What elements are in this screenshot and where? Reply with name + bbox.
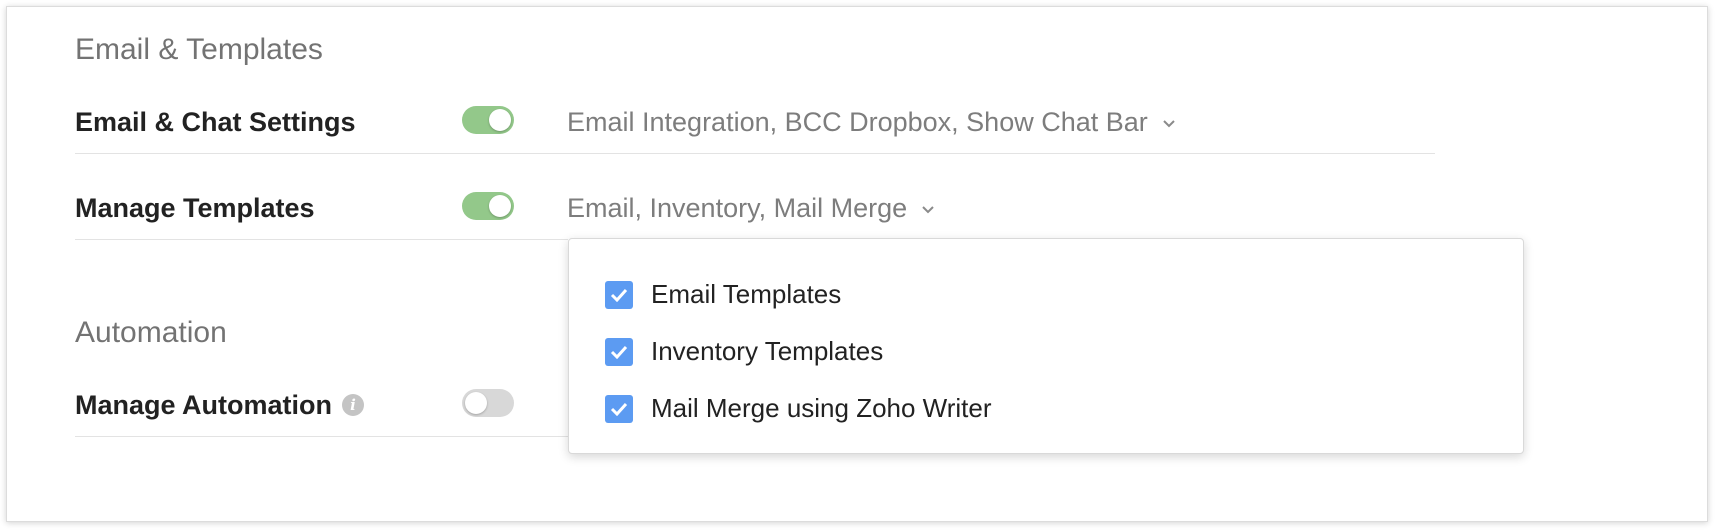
checkmark-icon bbox=[610, 288, 628, 302]
chevron-down-icon bbox=[1163, 120, 1175, 128]
checkbox-email-templates[interactable] bbox=[605, 280, 633, 309]
manage-automation-label: Manage Automation bbox=[75, 390, 333, 420]
manage-templates-toggle[interactable] bbox=[462, 192, 514, 220]
toggle-knob bbox=[465, 392, 487, 414]
toggle-knob bbox=[489, 109, 511, 131]
chevron-down-icon bbox=[922, 206, 934, 214]
manage-templates-summary: Email, Inventory, Mail Merge bbox=[567, 193, 908, 223]
section-title-automation: Automation bbox=[75, 316, 227, 349]
section-title-email-templates: Email & Templates bbox=[75, 33, 323, 66]
row-divider bbox=[75, 153, 1435, 154]
checkbox-inventory-templates[interactable] bbox=[605, 337, 633, 366]
option-label: Inventory Templates bbox=[651, 336, 884, 366]
row-divider bbox=[75, 436, 568, 437]
templates-dropdown-menu: Email Templates Inventory Templates Mail… bbox=[568, 238, 1524, 454]
option-mail-merge[interactable]: Mail Merge using Zoho Writer bbox=[605, 393, 992, 424]
row-label-email-chat-settings: Email & Chat Settings bbox=[75, 107, 356, 137]
manage-templates-dropdown[interactable]: Email, Inventory, Mail Merge bbox=[567, 193, 935, 224]
option-email-templates[interactable]: Email Templates bbox=[605, 279, 841, 310]
checkbox-mail-merge[interactable] bbox=[605, 394, 633, 423]
toggle-knob bbox=[489, 195, 511, 217]
row-divider bbox=[75, 239, 568, 240]
checkmark-icon bbox=[610, 345, 628, 359]
option-label: Mail Merge using Zoho Writer bbox=[651, 393, 992, 423]
manage-automation-toggle[interactable] bbox=[462, 389, 514, 417]
row-label-manage-templates: Manage Templates bbox=[75, 193, 315, 223]
checkmark-icon bbox=[610, 402, 628, 416]
email-chat-settings-summary: Email Integration, BCC Dropbox, Show Cha… bbox=[567, 107, 1148, 137]
row-label-manage-automation: Manage Automation i bbox=[75, 390, 365, 421]
option-label: Email Templates bbox=[651, 279, 842, 309]
info-icon[interactable]: i bbox=[342, 393, 365, 416]
email-chat-settings-dropdown[interactable]: Email Integration, BCC Dropbox, Show Cha… bbox=[567, 107, 1176, 138]
option-inventory-templates[interactable]: Inventory Templates bbox=[605, 336, 883, 367]
email-chat-settings-toggle[interactable] bbox=[462, 106, 514, 134]
